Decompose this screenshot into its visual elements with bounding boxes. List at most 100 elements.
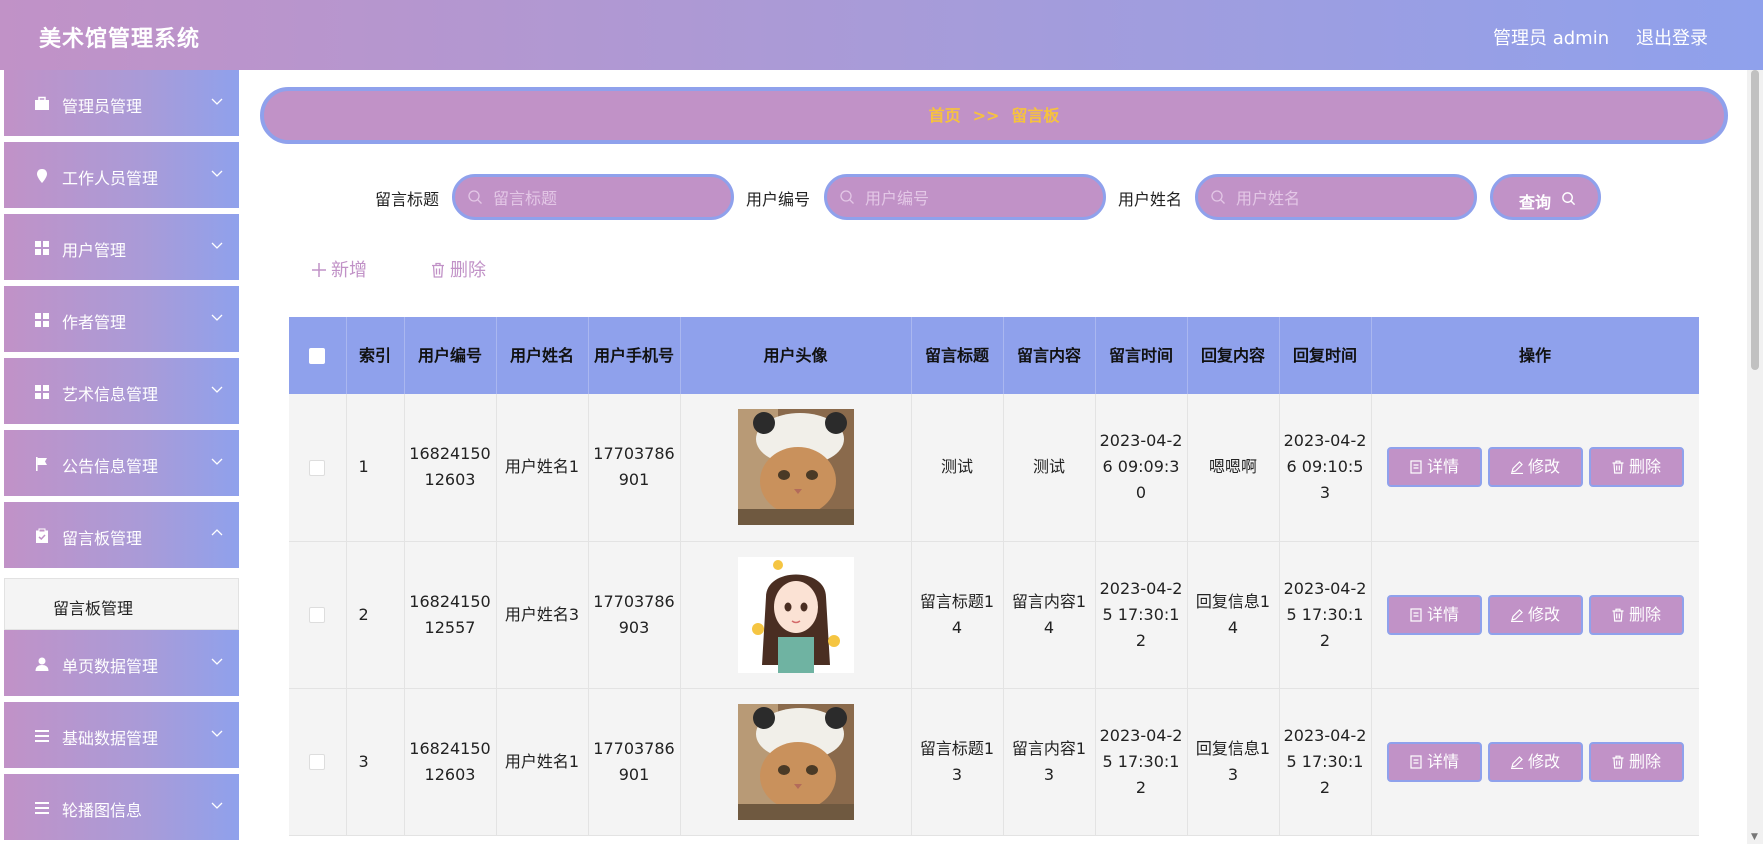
chevron-down-icon	[211, 658, 223, 665]
select-all-checkbox[interactable]	[309, 348, 326, 364]
header-select-all[interactable]	[289, 317, 347, 394]
cell-content: 留言内容13	[1003, 688, 1096, 836]
submenu-item-message-board[interactable]: 留言板管理	[4, 578, 239, 630]
cell-time: 2023-04-25 17:30:12	[1095, 688, 1188, 836]
document-icon	[1410, 460, 1422, 474]
column-header: 索引	[346, 317, 405, 394]
chevron-down-icon	[211, 170, 223, 177]
cell-user-name: 用户姓名3	[496, 541, 589, 689]
clipboard-icon	[36, 528, 48, 543]
detail-button-label: 详情	[1426, 457, 1459, 477]
row-checkbox[interactable]	[309, 607, 326, 623]
batch-delete-button[interactable]: 删除	[430, 256, 486, 282]
row-checkbox[interactable]	[309, 754, 326, 770]
edit-button[interactable]: 修改	[1487, 594, 1583, 635]
detail-button-label: 详情	[1426, 751, 1459, 771]
sidebar-item-art-info[interactable]: 艺术信息管理	[4, 358, 239, 426]
search-label-title: 留言标题	[375, 190, 440, 209]
row-select-cell	[289, 394, 347, 542]
chevron-down-icon	[211, 730, 223, 737]
column-header: 回复时间	[1279, 317, 1372, 394]
sidebar-item-message-board[interactable]: 留言板管理	[4, 502, 239, 570]
grid-icon	[35, 313, 49, 327]
search-icon	[468, 190, 482, 204]
row-checkbox[interactable]	[309, 459, 326, 476]
trash-icon	[1612, 755, 1624, 769]
cell-index: 2	[346, 541, 405, 689]
edit-button-label: 修改	[1527, 604, 1560, 624]
edit-button[interactable]: 修改	[1487, 447, 1583, 488]
add-button[interactable]: 新增	[311, 256, 367, 282]
cat-avatar-image[interactable]	[737, 703, 854, 820]
sidebar-item-users[interactable]: 用户管理	[4, 214, 239, 282]
cell-user-no: 1682415012557	[404, 541, 497, 689]
plus-icon	[312, 263, 326, 277]
breadcrumb-home-link[interactable]: 首页	[929, 106, 961, 125]
sidebar-item-label: 留言板管理	[62, 529, 143, 548]
cell-phone: 17703786903	[588, 541, 681, 689]
sidebar-item-label: 工作人员管理	[62, 169, 159, 188]
list-icon	[35, 802, 49, 814]
sidebar-item-base-data[interactable]: 基础数据管理	[4, 702, 239, 770]
search-input-user-name[interactable]	[1236, 187, 1466, 209]
cell-reply-time: 2023-04-26 09:10:53	[1279, 394, 1372, 542]
sidebar-item-admin[interactable]: 管理员管理	[4, 70, 239, 138]
delete-button[interactable]: 删除	[1588, 741, 1684, 782]
cell-avatar	[680, 541, 912, 689]
column-header: 用户编号	[404, 317, 497, 394]
table-row: 2 1682415012557 用户姓名3 17703786903 留言标题14…	[289, 541, 1699, 689]
cell-time: 2023-04-25 17:30:12	[1095, 541, 1188, 689]
scroll-down-arrow-icon[interactable]: ▼	[1751, 832, 1758, 842]
delete-button-label: 删除	[1628, 457, 1661, 477]
detail-button[interactable]: 详情	[1386, 594, 1482, 635]
cell-reply-time: 2023-04-25 17:30:12	[1279, 541, 1372, 689]
logout-link[interactable]: 退出登录	[1636, 24, 1708, 50]
chevron-down-icon	[211, 242, 223, 249]
sidebar-item-authors[interactable]: 作者管理	[4, 286, 239, 354]
edit-button-label: 修改	[1527, 457, 1560, 477]
cat-avatar-image[interactable]	[737, 409, 854, 526]
sidebar-item-announcements[interactable]: 公告信息管理	[4, 430, 239, 498]
page-scrollbar[interactable]: ▼	[1747, 70, 1763, 844]
column-header: 留言标题	[911, 317, 1004, 394]
batch-delete-button-label: 删除	[450, 260, 486, 281]
sidebar-item-label: 轮播图信息	[62, 801, 143, 820]
trash-icon	[1612, 608, 1624, 622]
sidebar-item-label: 单页数据管理	[62, 657, 159, 676]
girl-avatar-image[interactable]	[737, 556, 854, 673]
search-label-user-no: 用户编号	[746, 190, 811, 209]
edit-icon	[1510, 461, 1523, 475]
chevron-up-icon	[211, 529, 223, 536]
search-input-user-no[interactable]	[865, 187, 1095, 209]
search-input-title[interactable]	[493, 187, 723, 209]
cell-title: 测试	[911, 394, 1004, 542]
cell-phone: 17703786901	[588, 394, 681, 542]
sidebar-item-carousel[interactable]: 轮播图信息	[4, 774, 239, 842]
breadcrumb-current: 留言板	[1011, 106, 1060, 125]
column-header: 用户头像	[680, 317, 912, 394]
sidebar-item-single-page[interactable]: 单页数据管理	[4, 630, 239, 698]
delete-button-label: 删除	[1628, 751, 1661, 771]
column-header: 留言时间	[1095, 317, 1188, 394]
message-table: 索引 用户编号 用户姓名 用户手机号 用户头像 留言标题 留言内容 留言时间 回…	[289, 317, 1699, 844]
grid-icon	[35, 385, 49, 399]
user-icon	[35, 657, 49, 671]
table-header-row: 索引 用户编号 用户姓名 用户手机号 用户头像 留言标题 留言内容 留言时间 回…	[289, 317, 1699, 394]
detail-button[interactable]: 详情	[1386, 741, 1482, 782]
flag-icon	[36, 457, 47, 471]
query-button[interactable]: 查询	[1490, 174, 1601, 220]
scrollbar-thumb[interactable]	[1751, 70, 1759, 370]
grid-icon	[35, 241, 49, 255]
detail-button[interactable]: 详情	[1386, 447, 1482, 488]
delete-button[interactable]: 删除	[1588, 594, 1684, 635]
sidebar-item-label: 公告信息管理	[62, 457, 159, 476]
delete-button-label: 删除	[1628, 604, 1661, 624]
search-box-user-name	[1195, 174, 1477, 220]
edit-button[interactable]: 修改	[1487, 741, 1583, 782]
list-icon	[35, 730, 49, 742]
query-button-label: 查询	[1519, 193, 1552, 212]
sidebar-item-staff[interactable]: 工作人员管理	[4, 142, 239, 210]
delete-button[interactable]: 删除	[1588, 447, 1684, 488]
search-icon	[840, 190, 854, 204]
column-header: 留言内容	[1003, 317, 1096, 394]
